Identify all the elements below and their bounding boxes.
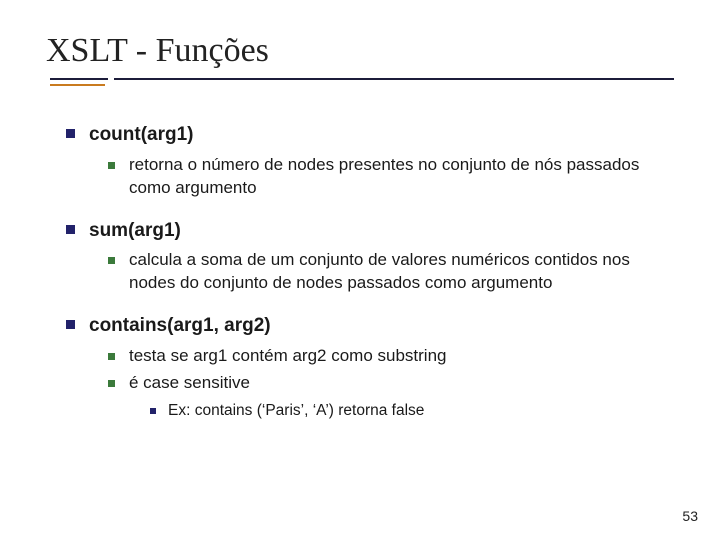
list-item: é case sensitive (108, 372, 674, 395)
bullet-icon (108, 257, 115, 264)
bullet-icon (108, 162, 115, 169)
bullet-icon (66, 129, 75, 138)
bullet-icon (66, 225, 75, 234)
list-item: sum(arg1) (66, 218, 674, 244)
bullet-icon (108, 353, 115, 360)
list-item-text: retorna o número de nodes presentes no c… (129, 154, 674, 200)
list-item-label: contains(arg1, arg2) (89, 313, 271, 339)
list-item-text: testa se arg1 contém arg2 como substring (129, 345, 447, 368)
list-item: testa se arg1 contém arg2 como substring (108, 345, 674, 368)
list-item-label: sum(arg1) (89, 218, 181, 244)
slide-title: XSLT - Funções (46, 32, 674, 70)
slide: XSLT - Funções count(arg1) retorna o núm… (0, 0, 720, 540)
slide-content: count(arg1) retorna o número de nodes pr… (46, 98, 674, 421)
list-item: calcula a soma de um conjunto de valores… (108, 249, 674, 295)
list-item: count(arg1) (66, 122, 674, 148)
bullet-icon (108, 380, 115, 387)
bullet-icon (66, 320, 75, 329)
list-item-label: count(arg1) (89, 122, 194, 148)
list-item: Ex: contains (‘Paris’, ‘A’) retorna fals… (150, 401, 674, 422)
bullet-icon (150, 408, 156, 414)
list-item-text: calcula a soma de um conjunto de valores… (129, 249, 674, 295)
list-item: contains(arg1, arg2) (66, 313, 674, 339)
list-item: retorna o número de nodes presentes no c… (108, 154, 674, 200)
list-item-text: é case sensitive (129, 372, 250, 395)
list-item-text: Ex: contains (‘Paris’, ‘A’) retorna fals… (168, 401, 424, 422)
page-number: 53 (682, 508, 698, 524)
title-rule (46, 78, 674, 86)
